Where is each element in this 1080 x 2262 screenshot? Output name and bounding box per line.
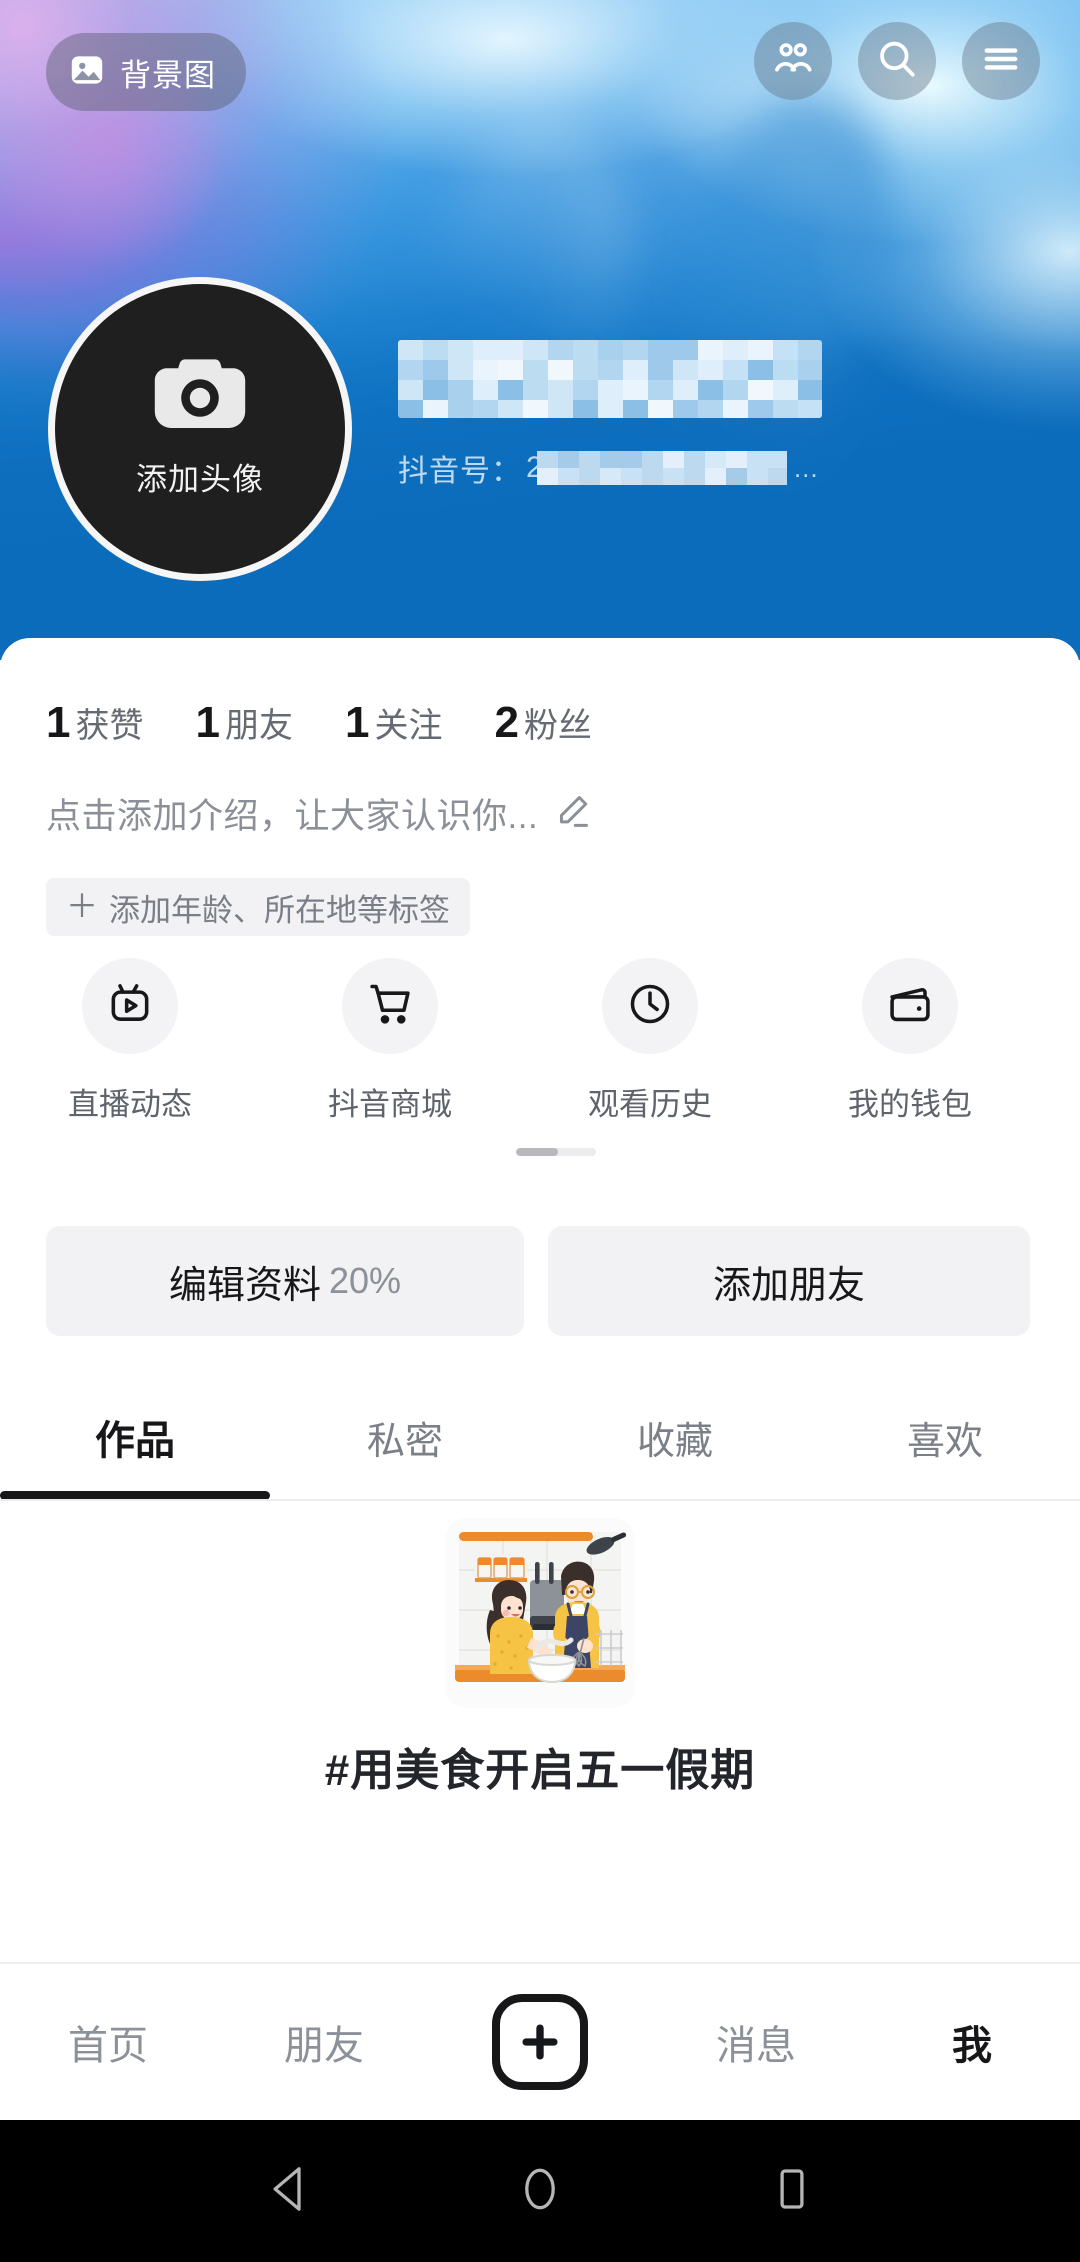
stat-item[interactable]: 1 获赞	[46, 698, 143, 748]
menu-button[interactable]	[962, 22, 1040, 100]
douyin-id-label: 抖音号：	[398, 455, 522, 488]
quick-action-wallet[interactable]: 我的钱包	[780, 958, 1040, 1124]
camera-icon	[152, 351, 248, 442]
search-icon	[874, 36, 920, 87]
cover-top-actions	[754, 22, 1040, 100]
bottom-nav-item-2[interactable]: 朋友	[216, 2013, 432, 2071]
stat-item[interactable]: 2 粉丝	[494, 698, 591, 748]
quick-action-label: 直播动态	[68, 1087, 192, 1122]
stat-item[interactable]: 1 朋友	[195, 698, 292, 748]
stat-number: 1	[46, 698, 71, 747]
content-tabs: 作品 私密 收藏 喜欢	[0, 1373, 1080, 1501]
bottom-nav-label: 消息	[716, 2024, 796, 2068]
nickname-masked[interactable]	[398, 340, 822, 418]
quick-action-bubble	[862, 958, 958, 1054]
android-system-bar	[0, 2120, 1080, 2262]
square-recents-icon[interactable]	[770, 2165, 814, 2218]
douyin-id-ellipsis: …	[792, 452, 821, 483]
profile-identity: 抖音号： 2 …	[398, 340, 1038, 490]
profile-action-buttons: 编辑资料 20% 添加朋友	[46, 1226, 1030, 1336]
bottom-nav-item-5[interactable]: 我	[864, 2013, 1080, 2071]
quick-action-bubble	[602, 958, 698, 1054]
tabs-divider	[0, 1499, 1080, 1501]
bottom-nav-create[interactable]	[432, 1994, 648, 2090]
edit-profile-percent: 20%	[328, 1260, 402, 1301]
quick-action-clock[interactable]: 观看历史	[520, 958, 780, 1124]
quick-action-cart[interactable]: 抖音商城	[260, 958, 520, 1124]
quick-action-label: 观看历史	[588, 1087, 712, 1122]
background-image-button[interactable]: 背景图	[46, 33, 246, 111]
bottom-nav-item-4[interactable]: 消息	[648, 2013, 864, 2071]
pencil-icon[interactable]	[552, 790, 594, 837]
stats-row: 1 获赞 1 朋友 1 关注 2 粉丝	[46, 698, 644, 748]
empty-state: #用美食开启五一假期	[0, 1518, 1080, 1798]
tab-label: 喜欢	[906, 1420, 983, 1463]
edit-profile-button[interactable]: 编辑资料 20%	[46, 1226, 524, 1336]
bottom-nav-label: 首页	[68, 2024, 148, 2068]
bottom-nav-label: 我	[952, 2024, 992, 2068]
stat-number: 2	[494, 698, 519, 747]
bio-placeholder: 点击添加介绍，让大家认识你...	[46, 797, 539, 836]
empty-state-caption: #用美食开启五一假期	[324, 1746, 756, 1795]
tab-label: 收藏	[636, 1420, 713, 1463]
edit-profile-label: 编辑资料	[168, 1264, 321, 1307]
stat-item[interactable]: 1 关注	[345, 698, 442, 748]
circle-home-icon[interactable]	[518, 2165, 562, 2218]
friends-button[interactable]	[754, 22, 832, 100]
avatar[interactable]: 添加头像	[48, 277, 352, 581]
add-friend-label: 添加朋友	[712, 1264, 865, 1307]
avatar-add-label: 添加头像	[136, 462, 264, 497]
douyin-id-masked	[536, 451, 787, 485]
tab-3[interactable]: 收藏	[540, 1373, 810, 1501]
douyin-profile-screen: 背景图 添加头像 抖音号： 2 … 1 获赞 1 朋友 1 关注 2 粉丝 点击…	[0, 0, 1080, 2262]
tab-1[interactable]: 作品	[0, 1373, 270, 1501]
add-friend-button[interactable]: 添加朋友	[548, 1226, 1030, 1336]
stat-number: 1	[195, 698, 220, 747]
cooking-couple-illustration	[445, 1518, 635, 1708]
douyin-id-row[interactable]: 抖音号： 2 …	[398, 446, 1038, 490]
tv-play-icon	[105, 979, 155, 1034]
bio-row[interactable]: 点击添加介绍，让大家认识你...	[46, 788, 594, 839]
quick-actions-row: 直播动态 抖音商城 观看历史 我的钱包	[0, 958, 1080, 1124]
quick-actions-scroll-indicator[interactable]	[516, 1148, 596, 1156]
quick-action-label: 抖音商城	[328, 1087, 452, 1122]
tab-label: 私密	[366, 1420, 443, 1463]
background-image-label: 背景图	[120, 57, 216, 93]
stat-label: 获赞	[75, 707, 144, 745]
quick-action-bubble	[82, 958, 178, 1054]
people-icon	[770, 36, 816, 87]
cart-icon	[365, 979, 415, 1034]
bottom-nav-label: 朋友	[284, 2024, 364, 2068]
bottom-nav-item-1[interactable]: 首页	[0, 2013, 216, 2071]
quick-action-label: 我的钱包	[848, 1087, 972, 1122]
quick-action-tv-play[interactable]: 直播动态	[0, 958, 260, 1124]
stat-number: 1	[344, 698, 370, 747]
add-tags-button[interactable]: ＋ 添加年龄、所在地等标签	[46, 878, 471, 936]
tab-label: 作品	[95, 1419, 175, 1463]
stat-label: 朋友	[224, 707, 293, 745]
bottom-navigation: 首页 朋友 消息 我	[0, 1962, 1080, 2120]
image-icon	[68, 51, 106, 94]
plus-icon: ＋	[66, 888, 99, 924]
triangle-back-icon[interactable]	[266, 2165, 310, 2218]
wallet-icon	[885, 979, 935, 1034]
plus-icon[interactable]	[492, 1994, 588, 2090]
stat-label: 关注	[374, 707, 443, 745]
clock-icon	[625, 979, 675, 1034]
tab-2[interactable]: 私密	[270, 1373, 540, 1501]
add-tags-label: 添加年龄、所在地等标签	[109, 892, 451, 928]
hamburger-icon	[978, 36, 1024, 87]
search-button[interactable]	[858, 22, 936, 100]
quick-action-bubble	[342, 958, 438, 1054]
stat-label: 粉丝	[523, 707, 592, 745]
tab-4[interactable]: 喜欢	[810, 1373, 1080, 1501]
profile-sheet: 1 获赞 1 朋友 1 关注 2 粉丝 点击添加介绍，让大家认识你... ＋ 添加年龄、所在地…	[0, 638, 1080, 1962]
